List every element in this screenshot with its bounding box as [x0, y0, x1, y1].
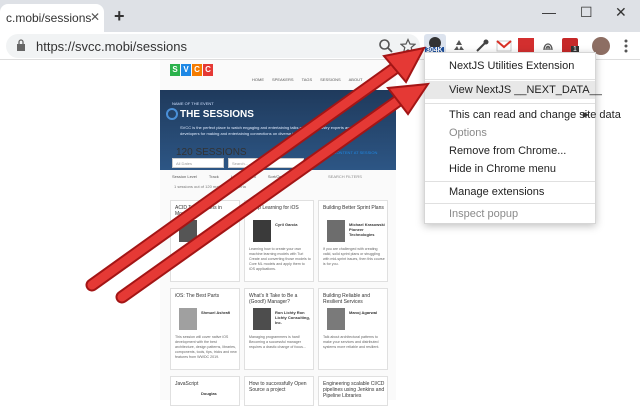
menu-item-site-access[interactable]: This can read and change site data ▶ [425, 106, 621, 124]
room-filter[interactable]: Lecture Room [231, 174, 256, 179]
session-title: Engineering scalable CI/CD pipelines usi… [323, 381, 385, 399]
address-bar[interactable]: https://svcc.mobi/sessions [6, 34, 420, 58]
speaker-photo [179, 308, 197, 330]
session-card[interactable]: What's It Take to Be a (Good!) Manager? … [244, 288, 314, 370]
nav-speakers[interactable]: SPEAKERS [272, 77, 294, 82]
tab-title: c.mobi/sessions [6, 11, 92, 25]
minimize-button[interactable]: — [542, 4, 556, 20]
menu-item-view-next-data[interactable]: View NextJS __NEXT_DATA__ [425, 81, 602, 99]
hero-title: THE SESSIONS [180, 109, 254, 120]
menu-item-inspect-popup[interactable]: Inspect popup [425, 205, 595, 223]
menu-item-remove[interactable]: Remove from Chrome... [425, 142, 595, 160]
session-title: ACID Transactions in MongoDB [175, 205, 222, 217]
hero-eyebrow: NAME OF THE EVENT [172, 101, 214, 106]
speaker-name: Shmuel Ashrafi [201, 310, 231, 315]
zoom-icon[interactable] [378, 38, 394, 54]
speaker-name: Cyril Garcia [275, 222, 298, 227]
speaker-name: Douglas [201, 391, 217, 396]
session-card[interactable]: Building Reliable and Resilient Services… [318, 288, 388, 370]
menu-item-manage-extensions[interactable]: Manage extensions [425, 183, 595, 201]
speaker-name: Ron Lichty Ron Lichty Consulting, Inc. [275, 310, 310, 325]
session-card[interactable]: Engineering scalable CI/CD pipelines usi… [318, 376, 388, 406]
menu-divider [425, 79, 595, 80]
filter-row: Session Level Track Lecture Room Sort/Or… [172, 174, 287, 179]
logo-letter: S [170, 64, 180, 76]
sort-filter[interactable]: Sort/Order [268, 174, 287, 179]
session-title: Building Better Sprint Plans [323, 205, 384, 211]
session-card[interactable]: iOS: The Best Parts Shmuel Ashrafi This … [170, 288, 240, 370]
submenu-arrow-icon: ▶ [582, 110, 589, 119]
speaker-photo [179, 220, 197, 242]
svcc-site: S V C C HOME SPEAKERS TAGS SESSIONS ABOU… [160, 60, 396, 406]
tab-bar: c.mobi/sessions ✕ + — ☐ ✕ [0, 0, 640, 32]
level-filter[interactable]: Session Level [172, 174, 197, 179]
menu-divider [425, 103, 595, 104]
session-card[interactable]: Deep Learning for iOS Cyril Garcia Learn… [244, 200, 314, 282]
nav-about[interactable]: ABOUT [349, 77, 363, 82]
site-access-label: This can read and change site data [449, 109, 621, 121]
session-description: This session will cover native iOS devel… [175, 335, 237, 359]
maximize-button[interactable]: ☐ [580, 4, 593, 21]
date-filter-select[interactable]: All Dates [172, 158, 224, 168]
hero-description: SVCC is the perfect place to watch engag… [180, 125, 370, 136]
menu-item-hide[interactable]: Hide in Chrome menu [425, 160, 595, 178]
session-card[interactable]: JavaScript Douglas [170, 376, 240, 406]
sessions-heading: 120 SESSIONS [176, 147, 247, 158]
speaker-photo [327, 220, 345, 242]
session-description: Learning how to create your own machine … [249, 247, 311, 271]
session-card[interactable]: How to successfully Open Source a projec… [244, 376, 314, 406]
session-title: How to successfully Open Source a projec… [249, 381, 307, 393]
lock-icon[interactable] [16, 39, 26, 51]
speaker-photo [253, 220, 271, 242]
tab-close-icon[interactable]: ✕ [90, 10, 100, 24]
search-filters-link[interactable]: SEARCH FILTERS [328, 174, 362, 179]
speaker-name: Manoj Agarwal [349, 310, 378, 315]
nav-tags[interactable]: TAGS [302, 77, 313, 82]
logo-letter: C [203, 64, 213, 76]
session-description: Talk about architectural patterns to mak… [323, 335, 380, 349]
speaker-photo [253, 308, 271, 330]
svcc-logo[interactable]: S V C C [170, 64, 213, 76]
session-title: JavaScript [175, 381, 199, 387]
menu-divider [425, 181, 595, 182]
nav-account[interactable]: ACCO [370, 77, 382, 82]
track-filter[interactable]: Track [209, 174, 219, 179]
session-title: Building Reliable and Resilient Services [323, 293, 370, 305]
bookmark-star-icon[interactable] [400, 38, 416, 54]
browser-tab[interactable]: c.mobi/sessions ✕ [0, 4, 104, 32]
session-description [175, 247, 237, 277]
speaker-name: Michael Krasowski Pioneer Technologies [349, 222, 385, 237]
menu-item-extension-name[interactable]: NextJS Utilities Extension [425, 57, 595, 75]
hero-circle-icon [166, 108, 178, 120]
url-text[interactable]: https://svcc.mobi/sessions [36, 39, 187, 54]
menu-item-options[interactable]: Options [425, 124, 595, 142]
session-description: If you are challenged with creating vali… [323, 247, 385, 266]
extension-context-menu: NextJS Utilities Extension View NextJS _… [424, 52, 621, 224]
menu-divider [425, 203, 595, 204]
session-description: Managing programmers is hard! Becoming a… [249, 335, 306, 349]
new-tab-button[interactable]: + [114, 6, 125, 27]
session-card[interactable]: ACID Transactions in MongoDB [170, 200, 240, 282]
nav-home[interactable]: HOME [252, 77, 264, 82]
kebab-menu-icon[interactable] [618, 38, 634, 54]
site-nav: HOME SPEAKERS TAGS SESSIONS ABOUT ACCO [252, 77, 382, 82]
logo-letter: V [181, 64, 191, 76]
nav-sessions[interactable]: SESSIONS [320, 77, 340, 82]
close-window-button[interactable]: ✕ [615, 4, 627, 21]
session-title: iOS: The Best Parts [175, 293, 220, 299]
session-title: What's It Take to Be a (Good!) Manager? [249, 293, 298, 305]
results-count: 1 sessions out of 120 match your criteri… [174, 184, 246, 189]
speaker-photo [327, 308, 345, 330]
session-title: Deep Learning for iOS [249, 205, 299, 211]
logo-letter: C [192, 64, 202, 76]
session-search-input[interactable]: Search... [228, 158, 304, 168]
session-card[interactable]: Building Better Sprint Plans Michael Kra… [318, 200, 388, 282]
video-content-link[interactable]: VIDEO CONTENT AT SESSION [320, 150, 377, 155]
